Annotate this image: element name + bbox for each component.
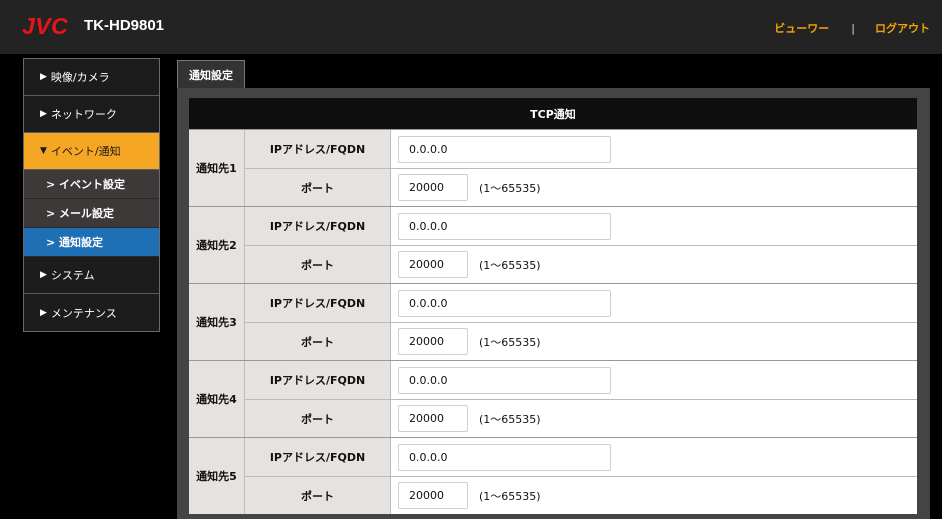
expand-arrow-icon: ▶ — [40, 307, 47, 318]
destination-label: 通知先5 — [189, 438, 245, 514]
destination-group: 通知先5 IPアドレス/FQDN 0.0.0.0 ポート 20000 (1〜655… — [189, 437, 917, 514]
destination-label: 通知先1 — [189, 130, 245, 206]
destination-group: 通知先3 IPアドレス/FQDN 0.0.0.0 ポート 20000 (1〜655… — [189, 283, 917, 360]
sidebar-item-event-notification[interactable]: ▼ イベント/通知 — [24, 133, 159, 170]
port-input[interactable]: 20000 — [398, 482, 468, 509]
viewer-link[interactable]: ビューワー — [774, 20, 829, 36]
sidebar-item-label: ネットワーク — [50, 108, 117, 121]
port-input[interactable]: 20000 — [398, 328, 468, 355]
port-range-hint: (1〜65535) — [479, 258, 541, 272]
port-range-hint: (1〜65535) — [479, 489, 541, 503]
sidebar-item-label: 映像/カメラ — [50, 71, 110, 84]
jvc-logo: JVC — [22, 12, 69, 39]
destination-group: 通知先2 IPアドレス/FQDN 0.0.0.0 ポート 20000 (1〜655… — [189, 206, 917, 283]
port-range-hint: (1〜65535) — [479, 181, 541, 195]
ip-address-input[interactable]: 0.0.0.0 — [398, 135, 611, 163]
port-input[interactable]: 20000 — [398, 174, 468, 201]
top-header: JVC TK-HD9801 ビューワー | ログアウト — [0, 0, 942, 54]
table-header: TCP通知 — [189, 98, 917, 129]
header-separator: | — [851, 21, 855, 35]
logo-text: JVC — [22, 12, 69, 39]
ip-address-label: IPアドレス/FQDN — [245, 361, 391, 399]
model-name: TK-HD9801 — [84, 17, 165, 34]
sidebar-item-maintenance[interactable]: ▶ メンテナンス — [24, 294, 159, 331]
ip-address-label: IPアドレス/FQDN — [245, 284, 391, 322]
header-links: ビューワー | ログアウト — [774, 20, 930, 36]
ip-address-input[interactable]: 0.0.0.0 — [398, 289, 611, 317]
ip-address-label: IPアドレス/FQDN — [245, 438, 391, 476]
ip-address-input[interactable]: 0.0.0.0 — [398, 212, 611, 240]
tab-notification-settings[interactable]: 通知設定 — [177, 60, 245, 88]
destination-label: 通知先3 — [189, 284, 245, 360]
port-label: ポート — [245, 169, 391, 206]
port-label: ポート — [245, 400, 391, 437]
port-input[interactable]: 20000 — [398, 251, 468, 278]
ip-address-input[interactable]: 0.0.0.0 — [398, 443, 611, 471]
ip-address-label: IPアドレス/FQDN — [245, 130, 391, 168]
expand-arrow-icon: ▶ — [40, 270, 47, 280]
destination-group: 通知先1 IPアドレス/FQDN 0.0.0.0 ポート 20000 (1〜655… — [189, 129, 917, 206]
sidebar-item-network[interactable]: ▶ ネットワーク — [24, 96, 159, 133]
sidebar-item-label: イベント/通知 — [50, 145, 121, 158]
expand-arrow-icon: ▶ — [40, 109, 47, 119]
port-label: ポート — [245, 246, 391, 283]
expand-arrow-icon: ▶ — [40, 72, 47, 82]
sidebar-item-video-camera[interactable]: ▶ 映像/カメラ — [24, 59, 159, 96]
ip-address-input[interactable]: 0.0.0.0 — [398, 366, 611, 394]
collapse-arrow-icon: ▼ — [40, 146, 47, 156]
port-label: ポート — [245, 323, 391, 360]
port-label: ポート — [245, 477, 391, 514]
destination-group: 通知先4 IPアドレス/FQDN 0.0.0.0 ポート 20000 (1〜655… — [189, 360, 917, 437]
port-range-hint: (1〜65535) — [479, 412, 541, 426]
sidebar-item-system[interactable]: ▶ システム — [24, 257, 159, 294]
sidebar-nav: ▶ 映像/カメラ ▶ ネットワーク ▼ イベント/通知 > イベント設定 > メ… — [23, 58, 160, 332]
sidebar-subitem-notification-settings[interactable]: > 通知設定 — [24, 228, 159, 257]
sidebar-subitem-event-settings[interactable]: > イベント設定 — [24, 170, 159, 199]
ip-address-label: IPアドレス/FQDN — [245, 207, 391, 245]
logout-link[interactable]: ログアウト — [875, 20, 930, 36]
settings-panel: TCP通知 通知先1 IPアドレス/FQDN 0.0.0.0 ポート 20000… — [177, 88, 930, 519]
destination-label: 通知先4 — [189, 361, 245, 437]
destination-label: 通知先2 — [189, 207, 245, 283]
tcp-notification-table: TCP通知 通知先1 IPアドレス/FQDN 0.0.0.0 ポート 20000… — [189, 98, 917, 514]
port-range-hint: (1〜65535) — [479, 335, 541, 349]
port-input[interactable]: 20000 — [398, 405, 468, 432]
sidebar-subitem-mail-settings[interactable]: > メール設定 — [24, 199, 159, 228]
sidebar-item-label: システム — [50, 269, 95, 282]
sidebar-item-label: メンテナンス — [50, 306, 117, 320]
